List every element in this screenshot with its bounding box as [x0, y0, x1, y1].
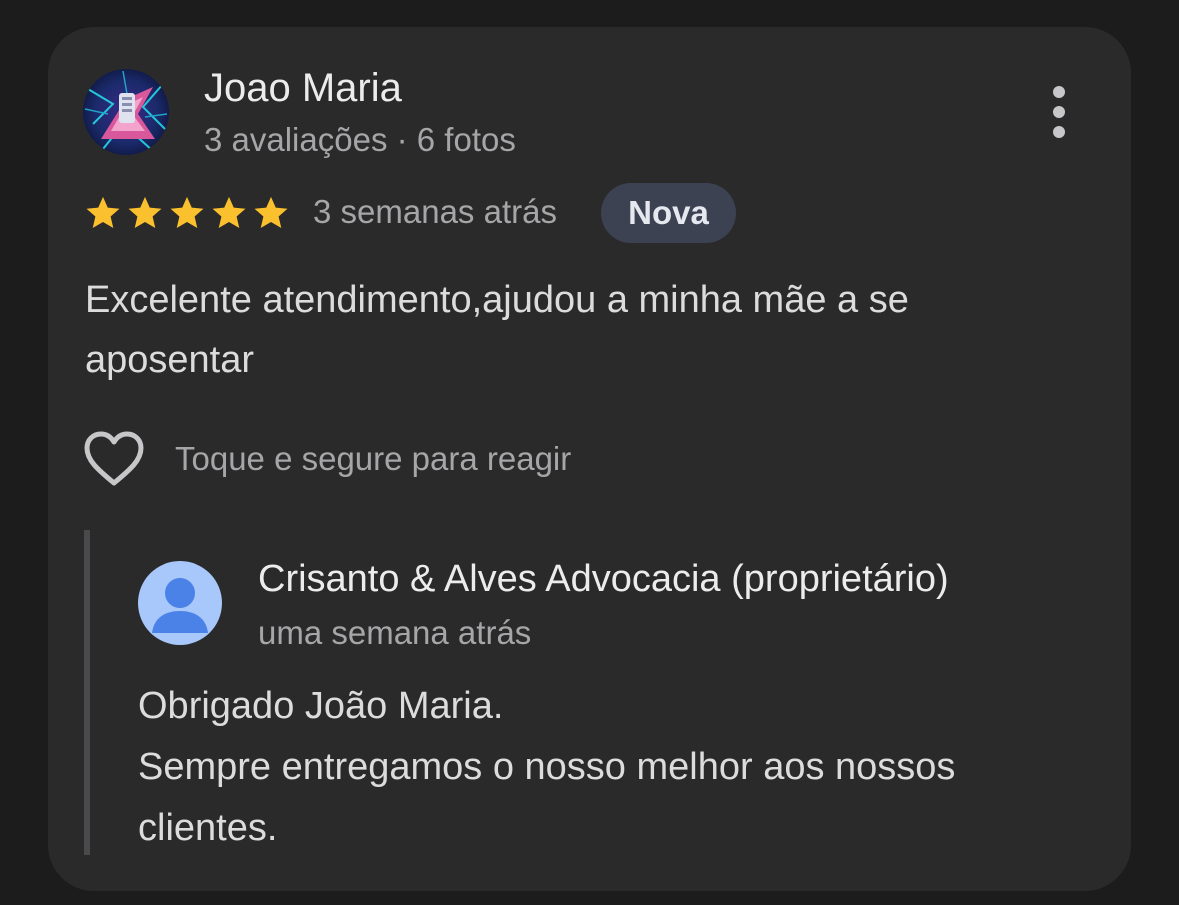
- more-dot: [1053, 126, 1065, 138]
- more-dot: [1053, 86, 1065, 98]
- reply-line: Obrigado João Maria.: [138, 685, 504, 727]
- reviewer-name[interactable]: Joao Maria: [204, 66, 402, 111]
- reviewer-avatar[interactable]: [83, 69, 169, 155]
- reply-text: Obrigado João Maria. Sempre entregamos o…: [138, 676, 1098, 859]
- reviewer-stats: 3 avaliações · 6 fotos: [204, 121, 516, 158]
- reply-time: uma semana atrás: [258, 614, 532, 651]
- star-icon: [254, 196, 288, 229]
- reply-divider: [84, 530, 90, 855]
- owner-avatar[interactable]: [138, 561, 222, 645]
- avatar-image: [83, 69, 169, 155]
- more-dot: [1053, 106, 1065, 118]
- star-icon: [170, 196, 204, 229]
- star-icon: [86, 196, 120, 229]
- reply-line: Sempre entregamos o nosso melhor aos nos…: [138, 746, 956, 849]
- star-icon: [128, 196, 162, 229]
- star-rating: [84, 194, 290, 232]
- more-options-icon[interactable]: [1036, 82, 1082, 142]
- default-person-avatar-icon: [138, 561, 222, 645]
- heart-outline-icon[interactable]: [83, 430, 145, 488]
- review-time: 3 semanas atrás: [313, 193, 557, 230]
- react-hint: Toque e segure para reagir: [175, 440, 572, 477]
- owner-name: Crisanto & Alves Advocacia (proprietário…: [258, 558, 949, 600]
- new-badge: Nova: [601, 183, 736, 243]
- star-icon: [212, 196, 246, 229]
- review-text: Excelente atendimento,ajudou a minha mãe…: [85, 279, 909, 381]
